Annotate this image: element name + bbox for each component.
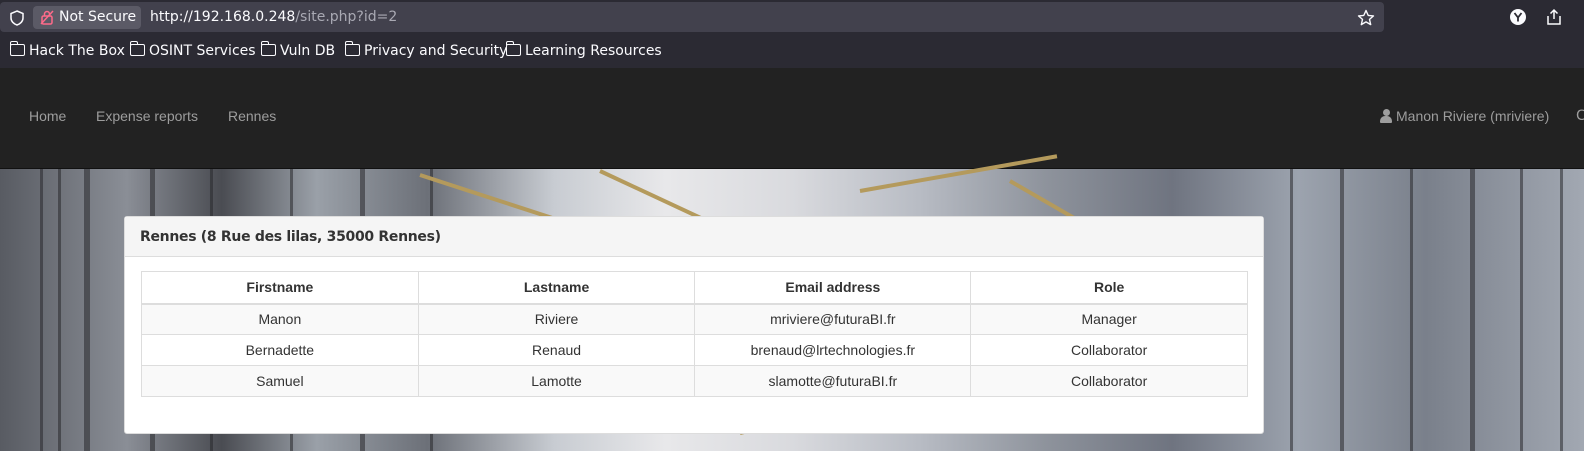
cell-role: Collaborator <box>970 334 1248 366</box>
column-header: Lastname <box>417 271 696 305</box>
shield-icon[interactable] <box>10 10 24 26</box>
url-host: http://192.168.0.248 <box>150 9 296 25</box>
folder-icon <box>9 41 25 56</box>
table-row: Bernadette Renaud brenaud@lrtechnologies… <box>141 334 1248 366</box>
star-icon[interactable] <box>1357 9 1375 27</box>
cell-email: slamotte@futuraBI.fr <box>694 365 972 397</box>
nav-expense-reports[interactable]: Expense reports <box>96 108 198 124</box>
bookmark-privacy-and-security[interactable]: Privacy and Security <box>344 34 508 68</box>
share-icon[interactable] <box>1545 8 1563 26</box>
cell-email: brenaud@lrtechnologies.fr <box>694 334 972 366</box>
user-icon <box>1380 109 1392 123</box>
folder-icon <box>344 41 360 56</box>
web-page: Home Expense reports Rennes Manon Rivier… <box>0 68 1584 451</box>
browser-toolbar: Not Secure http://192.168.0.248/site.php… <box>0 0 1584 34</box>
table-header-row: Firstname Lastname Email address Role <box>141 271 1248 305</box>
site-panel: Rennes (8 Rue des lilas, 35000 Rennes) F… <box>124 216 1264 434</box>
panel-title: Rennes (8 Rue des lilas, 35000 Rennes) <box>125 217 1263 257</box>
bookmarks-bar: Hack The Box OSINT Services Vuln DB Priv… <box>0 34 1584 68</box>
column-header: Role <box>970 271 1248 305</box>
column-header: Firstname <box>141 271 419 305</box>
employees-table: Firstname Lastname Email address Role Ma… <box>141 271 1248 397</box>
user-menu[interactable]: Manon Riviere (mriviere) <box>1380 108 1549 124</box>
bookmark-vuln-db[interactable]: Vuln DB <box>260 34 336 68</box>
cell-email: mriviere@futuraBI.fr <box>694 303 972 335</box>
cell-lastname: Renaud <box>417 334 696 366</box>
folder-icon <box>260 41 276 56</box>
url-text[interactable]: http://192.168.0.248/site.php?id=2 <box>150 2 397 32</box>
nav-home[interactable]: Home <box>29 108 66 124</box>
cell-firstname: Manon <box>141 303 419 335</box>
folder-icon <box>129 41 145 56</box>
not-secure-badge[interactable]: Not Secure <box>33 6 141 29</box>
address-bar[interactable]: Not Secure http://192.168.0.248/site.php… <box>0 2 1384 32</box>
cell-firstname: Samuel <box>141 365 419 397</box>
bookmark-osint-services[interactable]: OSINT Services <box>129 34 256 68</box>
cell-lastname: Lamotte <box>417 365 696 397</box>
table-row: Samuel Lamotte slamotte@futuraBI.fr Coll… <box>141 365 1248 397</box>
nav-rennes[interactable]: Rennes <box>228 108 276 124</box>
cell-role: Manager <box>970 303 1248 335</box>
bookmark-learning-resources[interactable]: Learning Resources <box>505 34 662 68</box>
url-path: /site.php?id=2 <box>295 9 398 25</box>
extension-y-icon[interactable] <box>1509 8 1527 26</box>
cell-role: Collaborator <box>970 365 1248 397</box>
bookmark-label: Learning Resources <box>525 43 662 59</box>
site-navbar: Home Expense reports Rennes Manon Rivier… <box>0 68 1584 169</box>
bookmark-label: Privacy and Security <box>364 43 508 59</box>
bookmark-label: Vuln DB <box>280 43 336 59</box>
bookmark-label: OSINT Services <box>149 43 256 59</box>
table-row: Manon Riviere mriviere@futuraBI.fr Manag… <box>141 303 1248 335</box>
cell-lastname: Riviere <box>417 303 696 335</box>
not-secure-label: Not Secure <box>59 9 137 25</box>
lock-icon <box>40 10 54 25</box>
bookmark-hack-the-box[interactable]: Hack The Box <box>9 34 125 68</box>
navbar-edge-glyph: C <box>1576 108 1584 124</box>
bookmark-label: Hack The Box <box>29 43 125 59</box>
user-name: Manon Riviere (mriviere) <box>1396 108 1550 124</box>
folder-icon <box>505 41 521 56</box>
column-header: Email address <box>694 271 972 305</box>
cell-firstname: Bernadette <box>141 334 419 366</box>
